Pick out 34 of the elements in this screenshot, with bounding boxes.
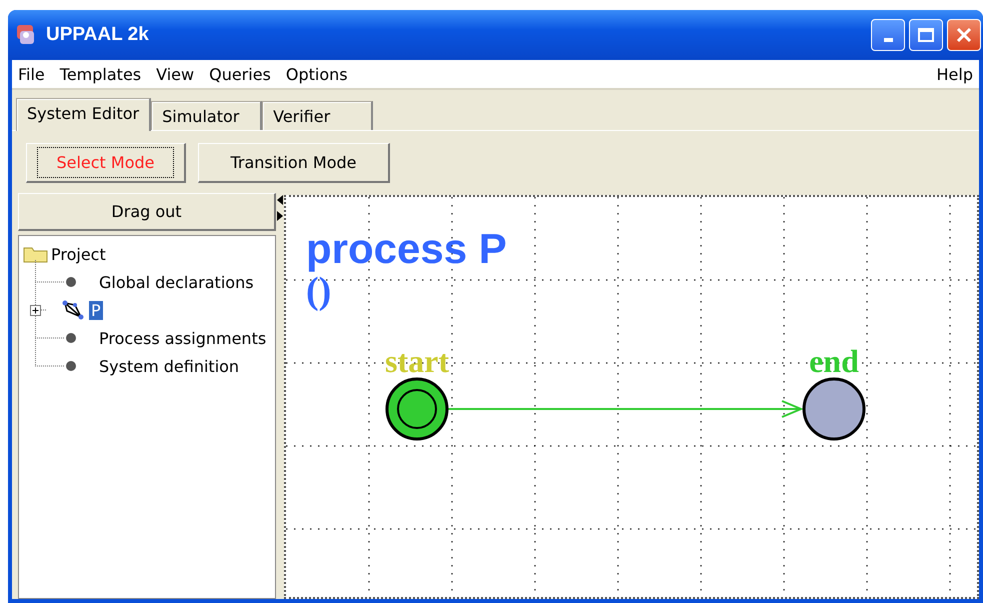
tab[interactable]: Verifier [262,101,374,130]
bullet-icon [65,276,77,288]
tree-item[interactable]: System definition [97,356,242,376]
bullet-icon [65,360,77,372]
mode-button[interactable]: Transition Mode [198,143,390,183]
menu-item[interactable]: File [18,64,45,84]
tree-item[interactable]: Project [49,244,108,264]
bullet-icon [65,332,77,344]
tree-item[interactable]: Global declarations [97,272,256,292]
initial-location[interactable] [386,378,448,440]
location-name: start [385,343,449,379]
graph-icon [61,299,85,321]
maximize-button[interactable] [909,19,943,51]
tab[interactable]: System Editor [16,98,152,131]
drag-out-button[interactable]: Drag out [18,193,276,231]
location[interactable] [802,378,866,440]
menu-item[interactable]: View [156,64,194,84]
minimize-button[interactable] [871,19,905,51]
menu-item[interactable]: Templates [60,64,142,84]
menu-item[interactable]: Queries [209,64,271,84]
window-title: UPPAAL 2k [46,24,150,46]
close-button[interactable] [947,19,981,51]
menu-item[interactable]: Help [936,64,973,84]
menu-item[interactable]: Options [286,64,348,84]
tree-item[interactable]: P [89,300,103,320]
close-icon [955,26,973,44]
process-title: process P [306,225,507,272]
tree-item[interactable]: Process assignments [97,328,268,348]
tab[interactable]: Simulator [151,101,262,130]
folder-icon [23,245,49,263]
minimize-icon [884,38,892,42]
location-name: end [809,343,859,379]
expand-icon[interactable] [30,304,41,316]
maximize-icon [917,27,935,43]
